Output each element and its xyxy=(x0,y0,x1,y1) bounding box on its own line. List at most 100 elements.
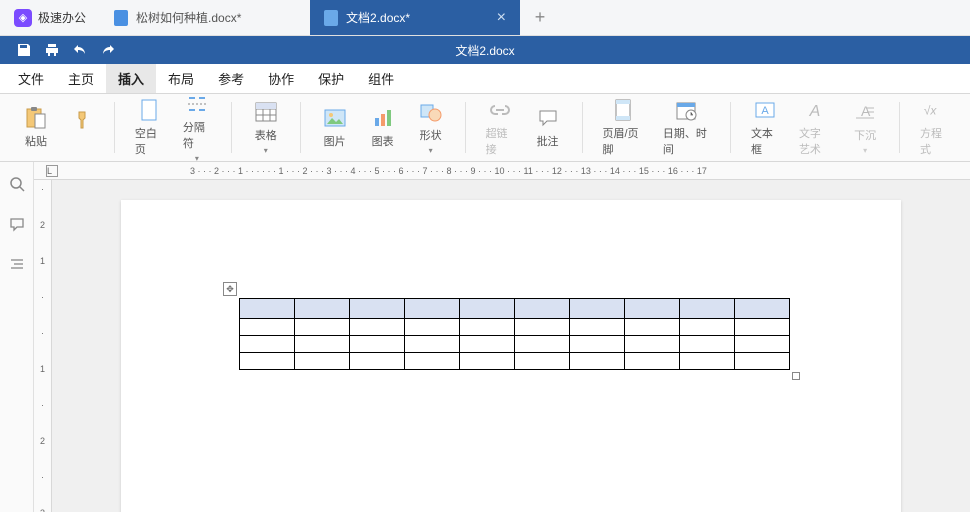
title-bar: 文档2.docx xyxy=(0,36,970,64)
document-tab-1[interactable]: 文档2.docx* × xyxy=(310,0,520,35)
app-tab[interactable]: ◈ 极速办公 xyxy=(0,0,100,35)
print-button[interactable] xyxy=(38,36,66,64)
tab-label: 松树如何种植.docx* xyxy=(136,9,241,26)
menu-插入[interactable]: 插入 xyxy=(106,64,156,93)
table-cell[interactable] xyxy=(570,353,625,370)
table-cell[interactable] xyxy=(570,336,625,353)
table-cell[interactable] xyxy=(570,319,625,336)
shape-button[interactable]: 形状▾ xyxy=(409,96,453,159)
undo-button[interactable] xyxy=(66,36,94,64)
inserted-table[interactable]: ✥ xyxy=(239,298,790,370)
table-cell[interactable] xyxy=(735,353,790,370)
format-painter-button[interactable] xyxy=(62,104,102,151)
comments-panel-icon[interactable] xyxy=(9,216,25,232)
tab-bar: ◈ 极速办公 松树如何种植.docx* 文档2.docx* × + xyxy=(0,0,970,36)
document-page[interactable]: ✥ xyxy=(121,200,901,512)
table-cell[interactable] xyxy=(460,353,515,370)
picture-icon xyxy=(323,106,347,130)
vertical-ruler[interactable]: ·21··1·2·3·4·5 xyxy=(34,180,52,512)
table-cell[interactable] xyxy=(460,336,515,353)
dropcap-icon: A xyxy=(853,100,877,124)
svg-text:A: A xyxy=(861,103,871,119)
separator-button[interactable]: 分隔符▾ xyxy=(175,88,219,167)
table-button[interactable]: 表格▾ xyxy=(244,96,288,159)
table-cell[interactable] xyxy=(515,336,570,353)
chart-button[interactable]: 图表 xyxy=(361,102,405,153)
table-resize-handle[interactable] xyxy=(792,372,800,380)
table-cell[interactable] xyxy=(680,299,735,319)
table-cell[interactable] xyxy=(625,299,680,319)
separator-icon xyxy=(185,92,209,116)
ribbon: 粘贴 空白页 分隔符▾ 表格▾ 图片 图表 形状▾ 超链接 批注 页眉/页脚 日… xyxy=(0,94,970,162)
chevron-down-icon: ▾ xyxy=(429,146,433,155)
table-move-handle[interactable]: ✥ xyxy=(223,282,237,296)
ruler-corner: L xyxy=(46,165,58,177)
menu-bar: 文件主页插入布局参考协作保护组件 xyxy=(0,64,970,94)
ruler-ticks: 3 · · · 2 · · · 1 · · · · · · 1 · · · 2 … xyxy=(60,166,970,176)
search-icon[interactable] xyxy=(9,176,25,192)
textbox-button[interactable]: A文本框 xyxy=(743,94,787,161)
menu-主页[interactable]: 主页 xyxy=(56,64,106,93)
new-tab-button[interactable]: + xyxy=(520,0,560,35)
redo-button[interactable] xyxy=(94,36,122,64)
wordart-button[interactable]: A文字艺术 xyxy=(791,94,839,161)
table-cell[interactable] xyxy=(240,353,295,370)
table-cell[interactable] xyxy=(625,319,680,336)
table-cell[interactable] xyxy=(460,299,515,319)
table-cell[interactable] xyxy=(295,353,350,370)
table-cell[interactable] xyxy=(405,299,460,319)
blank-page-button[interactable]: 空白页 xyxy=(127,94,171,161)
equation-button[interactable]: √x方程式 xyxy=(912,94,956,161)
table-cell[interactable] xyxy=(350,353,405,370)
wordart-icon: A xyxy=(803,98,827,122)
menu-文件[interactable]: 文件 xyxy=(6,64,56,93)
shape-icon xyxy=(419,100,443,124)
table-cell[interactable] xyxy=(295,336,350,353)
document-tab-0[interactable]: 松树如何种植.docx* xyxy=(100,0,310,35)
paste-button[interactable]: 粘贴 xyxy=(14,102,58,153)
outline-icon[interactable] xyxy=(9,256,25,272)
table-cell[interactable] xyxy=(570,299,625,319)
table-cell[interactable] xyxy=(295,299,350,319)
table-cell[interactable] xyxy=(515,319,570,336)
menu-协作[interactable]: 协作 xyxy=(256,64,306,93)
dropcap-button[interactable]: A下沉▾ xyxy=(843,96,887,159)
table-cell[interactable] xyxy=(405,336,460,353)
picture-button[interactable]: 图片 xyxy=(313,102,357,153)
page-scroll[interactable]: ✥ xyxy=(52,180,970,512)
table-cell[interactable] xyxy=(405,319,460,336)
table-cell[interactable] xyxy=(625,336,680,353)
table-icon xyxy=(254,100,278,124)
menu-组件[interactable]: 组件 xyxy=(356,64,406,93)
table-cell[interactable] xyxy=(735,336,790,353)
header-footer-button[interactable]: 页眉/页脚 xyxy=(594,94,650,161)
table-cell[interactable] xyxy=(350,319,405,336)
table-cell[interactable] xyxy=(515,353,570,370)
table-cell[interactable] xyxy=(515,299,570,319)
table-cell[interactable] xyxy=(350,336,405,353)
table-grid[interactable] xyxy=(239,298,790,370)
svg-text:√x: √x xyxy=(924,104,938,118)
menu-保护[interactable]: 保护 xyxy=(306,64,356,93)
close-icon[interactable]: × xyxy=(497,9,506,27)
table-cell[interactable] xyxy=(240,336,295,353)
hyperlink-button[interactable]: 超链接 xyxy=(478,94,522,161)
table-cell[interactable] xyxy=(735,299,790,319)
table-cell[interactable] xyxy=(625,353,680,370)
save-button[interactable] xyxy=(10,36,38,64)
table-cell[interactable] xyxy=(350,299,405,319)
svg-text:A: A xyxy=(809,103,821,120)
table-cell[interactable] xyxy=(735,319,790,336)
comment-button[interactable]: 批注 xyxy=(526,102,570,153)
table-cell[interactable] xyxy=(405,353,460,370)
table-cell[interactable] xyxy=(680,353,735,370)
table-cell[interactable] xyxy=(240,319,295,336)
document-title: 文档2.docx xyxy=(122,42,848,59)
table-cell[interactable] xyxy=(680,336,735,353)
table-cell[interactable] xyxy=(295,319,350,336)
date-time-button[interactable]: 日期、时间 xyxy=(655,94,718,161)
horizontal-ruler[interactable]: L 3 · · · 2 · · · 1 · · · · · · 1 · · · … xyxy=(34,162,970,180)
table-cell[interactable] xyxy=(680,319,735,336)
table-cell[interactable] xyxy=(460,319,515,336)
table-cell[interactable] xyxy=(240,299,295,319)
